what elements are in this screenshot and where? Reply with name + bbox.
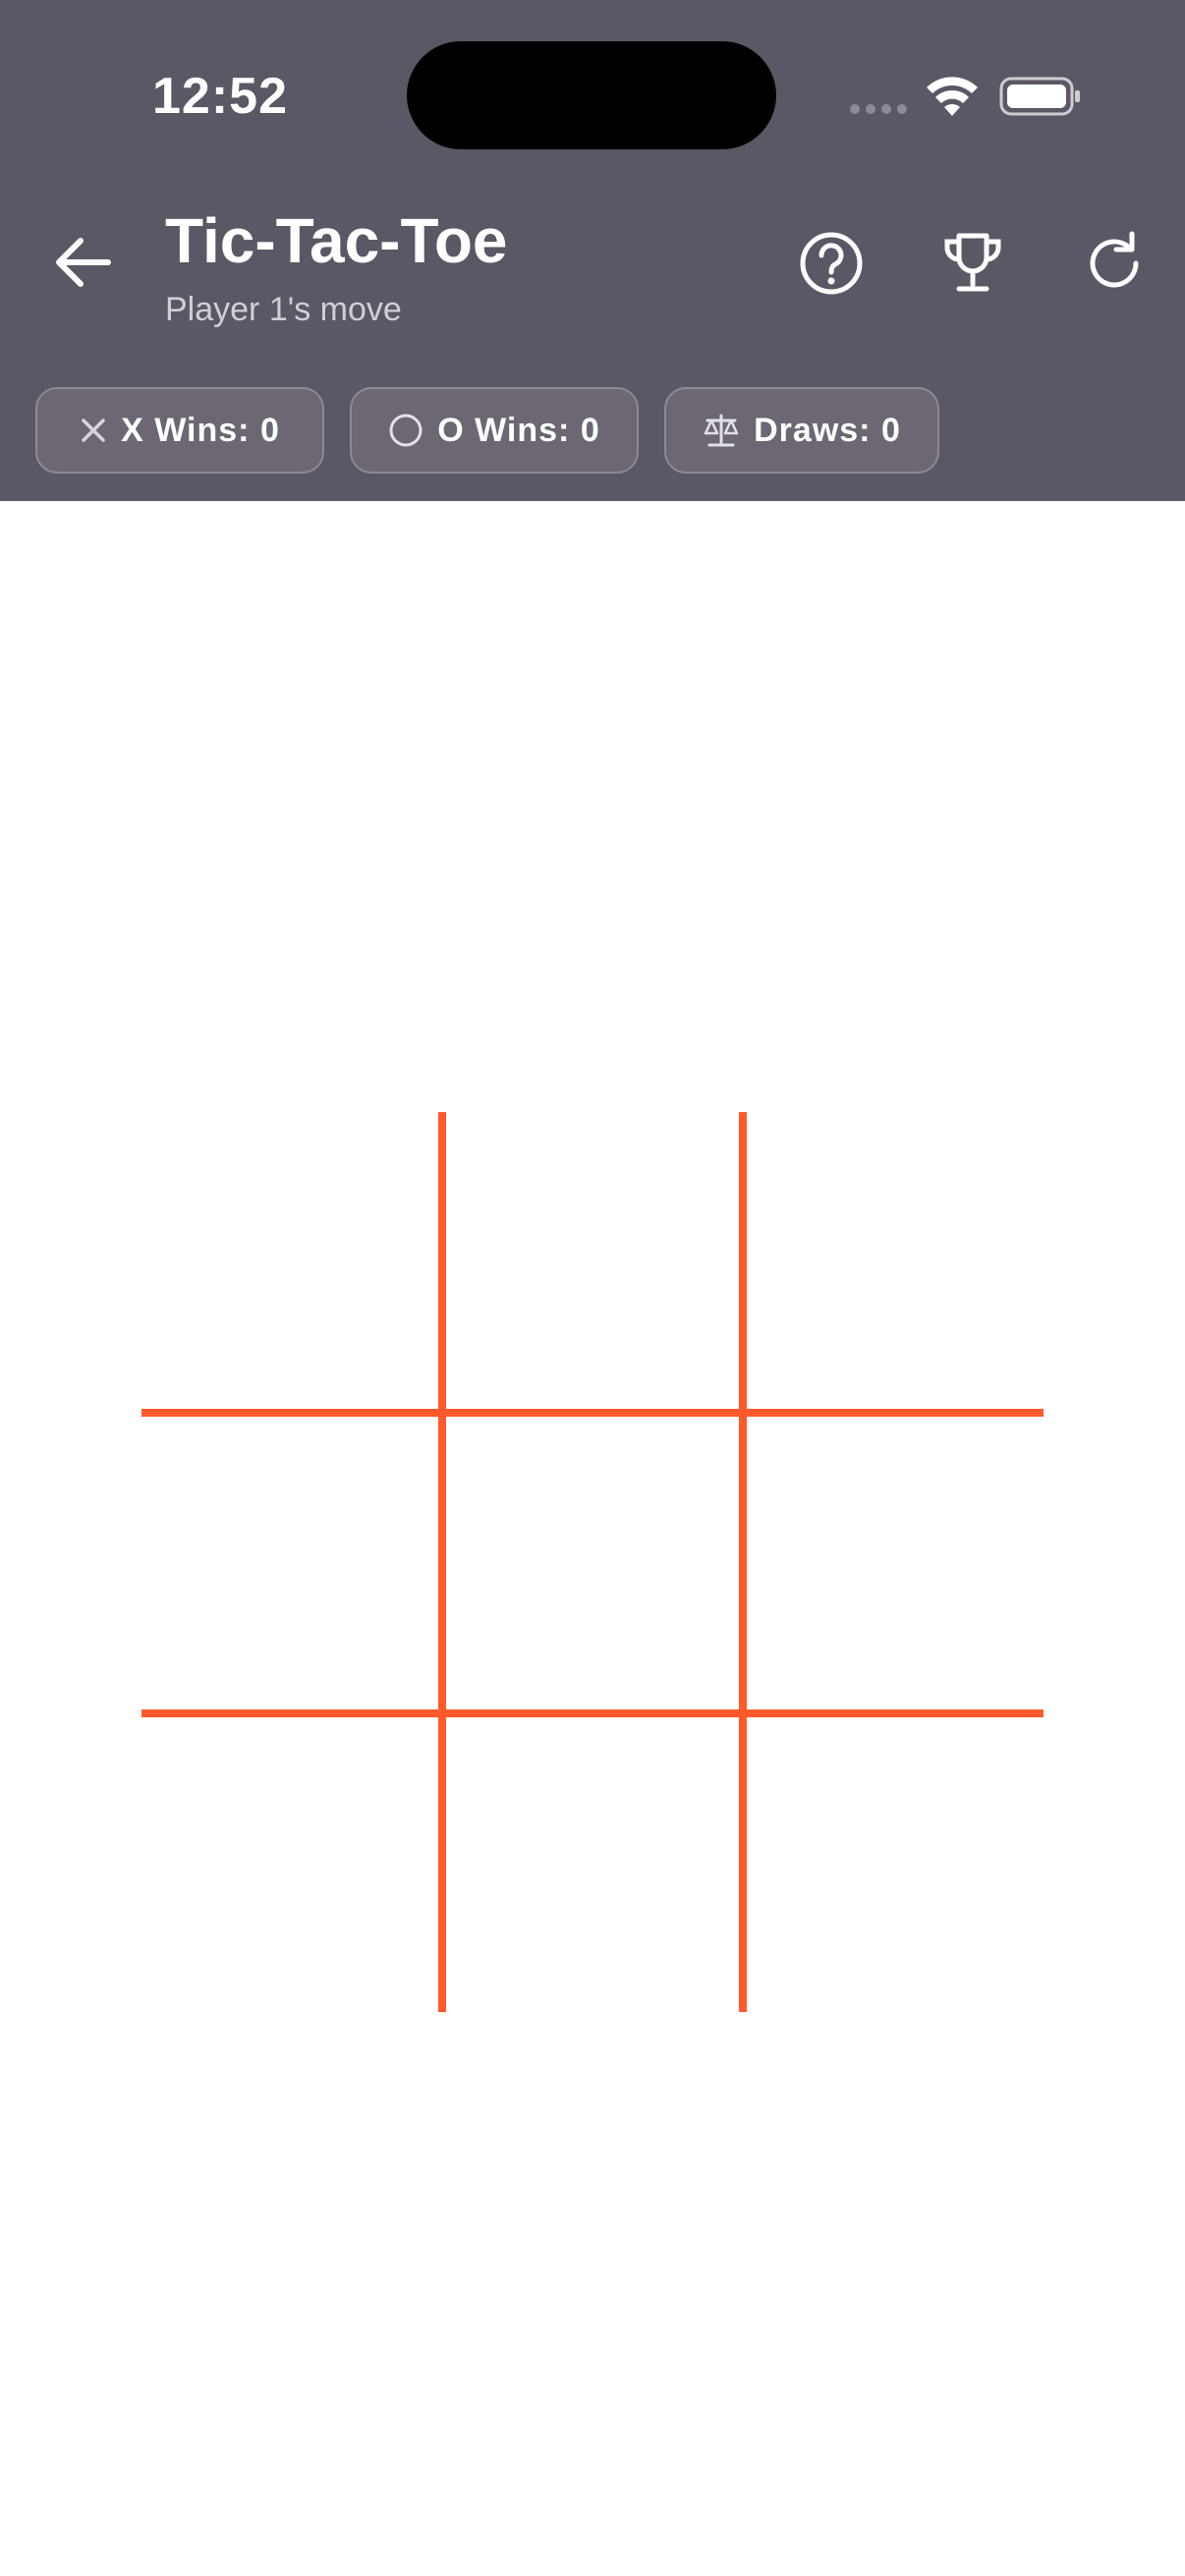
turn-indicator: Player 1's move (165, 291, 402, 328)
o-wins-label: O Wins: 0 (437, 411, 600, 449)
board-cell[interactable] (141, 1717, 436, 2012)
cellular-signal-icon (850, 104, 907, 114)
grid-line-vertical-1 (438, 1112, 446, 2012)
board-cell[interactable] (446, 1417, 741, 1711)
page-title: Tic-Tac-Toe (165, 205, 508, 276)
refresh-icon[interactable] (1077, 226, 1152, 301)
x-wins-label: X Wins: 0 (121, 411, 280, 449)
trophy-icon[interactable] (935, 226, 1010, 301)
circle-icon (389, 414, 423, 447)
app-header: 12:52 Tic-Tac-Toe Player 1's move X Wins… (0, 0, 1185, 501)
board-cell[interactable] (141, 1112, 436, 1407)
x-icon (82, 419, 105, 442)
help-icon[interactable] (794, 226, 869, 301)
grid-line-horizontal-1 (141, 1409, 1044, 1417)
board-cell[interactable] (747, 1417, 1042, 1711)
draws-label: Draws: 0 (754, 411, 901, 449)
x-wins-chip: X Wins: 0 (35, 387, 324, 474)
board-cell[interactable] (446, 1717, 741, 2012)
back-arrow-icon[interactable] (49, 228, 118, 297)
wifi-icon (927, 77, 978, 116)
draws-chip: Draws: 0 (664, 387, 939, 474)
status-time: 12:52 (152, 68, 288, 125)
dynamic-island (407, 41, 776, 149)
battery-icon (999, 77, 1080, 116)
board-cell[interactable] (446, 1112, 741, 1407)
board-cell[interactable] (141, 1417, 436, 1711)
scale-icon (704, 414, 739, 447)
board-cell[interactable] (747, 1717, 1042, 2012)
o-wins-chip: O Wins: 0 (350, 387, 639, 474)
game-board (141, 1112, 1044, 2012)
board-cell[interactable] (747, 1112, 1042, 1407)
